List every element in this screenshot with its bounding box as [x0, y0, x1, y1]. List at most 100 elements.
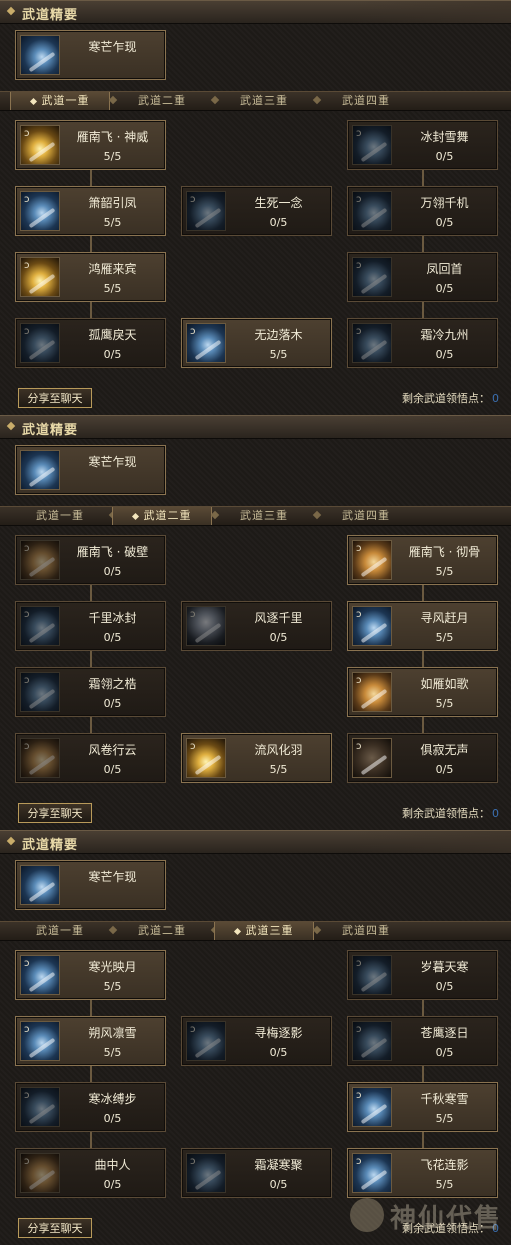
tab-tier-3[interactable]: 武道三重: [214, 922, 314, 940]
skill-card[interactable]: ↄ 雁南飞 · 神威 5/5: [15, 120, 166, 170]
skill-level: 5/5: [435, 697, 454, 710]
skill-card[interactable]: ↄ 冰封雪舞 0/5: [347, 120, 498, 170]
skill-name: 岁暮天寒: [420, 960, 469, 974]
tab-tier-4[interactable]: 武道四重: [316, 507, 416, 525]
skill-card[interactable]: ↄ 曲中人 0/5: [15, 1148, 166, 1198]
ice-blade-icon: [20, 450, 60, 490]
skill-card[interactable]: ↄ 朔风凛雪 5/5: [15, 1016, 166, 1066]
skill-name: 苍鹰逐日: [420, 1026, 469, 1040]
skill-card[interactable]: ↄ 千秋寒雪 5/5: [347, 1082, 498, 1132]
skill-card[interactable]: ↄ 寻梅逐影 0/5: [181, 1016, 332, 1066]
share-to-chat-button[interactable]: 分享至聊天: [18, 1218, 92, 1238]
skill-name: 朔风凛雪: [88, 1026, 137, 1040]
skill-name: 万翎千机: [420, 196, 469, 210]
skill-card[interactable]: ↄ 苍鹰逐日 0/5: [347, 1016, 498, 1066]
tree-connector: [90, 236, 92, 252]
skill-card[interactable]: ↄ 凤回首 0/5: [347, 252, 498, 302]
active-tab-diamond-icon: [233, 927, 241, 935]
tab-tier-1[interactable]: 武道一重: [10, 92, 110, 110]
skill-icon: ↄ: [20, 1087, 60, 1127]
skill-card[interactable]: ↄ 寒光映月 5/5: [15, 950, 166, 1000]
skill-icon: ↄ: [20, 191, 60, 231]
skill-card[interactable]: ↄ 岁暮天寒 0/5: [347, 950, 498, 1000]
tab-tier-2[interactable]: 武道二重: [112, 507, 212, 525]
tab-tier-3[interactable]: 武道三重: [214, 92, 314, 110]
skill-card[interactable]: ↄ 无边落木 5/5: [181, 318, 332, 368]
skill-level: 0/5: [435, 150, 454, 163]
skill-icon: ↄ: [186, 1153, 226, 1193]
skill-level: 0/5: [103, 1112, 122, 1125]
skill-card[interactable]: ↄ 霜凝寒聚 0/5: [181, 1148, 332, 1198]
tab-tier-2[interactable]: 武道二重: [112, 922, 212, 940]
skill-name: 无边落木: [254, 328, 303, 342]
skill-icon: ↄ: [352, 540, 392, 580]
skill-icon: ↄ: [352, 191, 392, 231]
skill-card[interactable]: ↄ 俱寂无声 0/5: [347, 733, 498, 783]
diamond-icon: [6, 836, 16, 846]
skill-card[interactable]: ↄ 雁南飞 · 破壁 0/5: [15, 535, 166, 585]
skill-level: 5/5: [269, 348, 288, 361]
skill-level: 0/5: [103, 348, 122, 361]
skill-level: 5/5: [269, 763, 288, 776]
share-to-chat-button[interactable]: 分享至聊天: [18, 803, 92, 823]
skill-card[interactable]: ↄ 万翎千机 0/5: [347, 186, 498, 236]
points-label: 剩余武道领悟点：: [402, 392, 490, 405]
skill-card[interactable]: ↄ 霜冷九州 0/5: [347, 318, 498, 368]
skill-card[interactable]: ↄ 寒冰缚步 0/5: [15, 1082, 166, 1132]
talent-panel: 武道精要 寒芒乍现武道一重 武道二重 武道三重 武道四重 ↄ 寒光映月 5/5 ↄ 岁…: [0, 830, 511, 1245]
feature-skill-card[interactable]: 寒芒乍现: [15, 30, 166, 80]
skill-level: 0/5: [269, 631, 288, 644]
diamond-icon: [6, 421, 16, 431]
skill-card[interactable]: ↄ 如雁如歌 5/5: [347, 667, 498, 717]
tree-connector: [422, 236, 424, 252]
skill-level: 0/5: [435, 980, 454, 993]
tab-label: 武道三重: [240, 94, 288, 107]
skill-name: 霜冷九州: [420, 328, 469, 342]
skill-icon: ↄ: [20, 1021, 60, 1061]
skill-card[interactable]: ↄ 孤鹰戾天 0/5: [15, 318, 166, 368]
skill-card[interactable]: ↄ 风卷行云 0/5: [15, 733, 166, 783]
points-label: 剩余武道领悟点：: [402, 807, 490, 820]
feature-skill-card[interactable]: 寒芒乍现: [15, 860, 166, 910]
skill-level: 5/5: [103, 1046, 122, 1059]
skill-card[interactable]: ↄ 生死一念 0/5: [181, 186, 332, 236]
skill-card[interactable]: ↄ 箫韶引凤 5/5: [15, 186, 166, 236]
skill-level: 0/5: [435, 763, 454, 776]
share-to-chat-button[interactable]: 分享至聊天: [18, 388, 92, 408]
tab-tier-4[interactable]: 武道四重: [316, 922, 416, 940]
talent-panel: 武道精要 寒芒乍现 武道一重 武道二重 武道三重 武道四重 ↄ 雁南飞 · 神威 5/5…: [0, 0, 511, 415]
tree-connector: [422, 1066, 424, 1082]
section-title: 武道精要: [22, 838, 79, 853]
skill-level: 0/5: [103, 631, 122, 644]
tab-label: 武道四重: [342, 924, 390, 937]
skill-card[interactable]: ↄ 寻风赶月 5/5: [347, 601, 498, 651]
skill-name: 飞花连影: [420, 1158, 469, 1172]
skill-card[interactable]: ↄ 鸿雁来宾 5/5: [15, 252, 166, 302]
ice-blade-icon: [20, 35, 60, 75]
tree-connector: [422, 1000, 424, 1016]
tab-tier-3[interactable]: 武道三重: [214, 507, 314, 525]
tab-tier-2[interactable]: 武道二重: [112, 92, 212, 110]
skill-card[interactable]: ↄ 千里冰封 0/5: [15, 601, 166, 651]
skill-card[interactable]: ↄ 霜翎之梏 0/5: [15, 667, 166, 717]
skill-card[interactable]: ↄ 雁南飞 · 彻骨 5/5: [347, 535, 498, 585]
tab-tier-4[interactable]: 武道四重: [316, 92, 416, 110]
skill-card[interactable]: ↄ 飞花连影 5/5: [347, 1148, 498, 1198]
skill-name: 千里冰封: [88, 611, 137, 625]
skill-icon: ↄ: [352, 257, 392, 297]
skill-card[interactable]: ↄ 流风化羽 5/5: [181, 733, 332, 783]
feature-skill-card[interactable]: 寒芒乍现: [15, 445, 166, 495]
skill-card[interactable]: ↄ 风逐千里 0/5: [181, 601, 332, 651]
active-tab-diamond-icon: [29, 97, 37, 105]
skill-name: 风逐千里: [254, 611, 303, 625]
section-header: 武道精要: [0, 415, 511, 439]
tab-tier-1[interactable]: 武道一重: [10, 922, 110, 940]
skill-level: 0/5: [269, 1046, 288, 1059]
tier-tab-bar: 武道一重 武道二重 武道三重 武道四重: [0, 506, 511, 526]
tab-tier-1[interactable]: 武道一重: [10, 507, 110, 525]
tree-connector: [422, 585, 424, 601]
tree-connector: [90, 1066, 92, 1082]
tree-connector: [90, 1000, 92, 1016]
skill-level: 0/5: [103, 763, 122, 776]
skill-name: 寒芒乍现: [88, 455, 137, 469]
